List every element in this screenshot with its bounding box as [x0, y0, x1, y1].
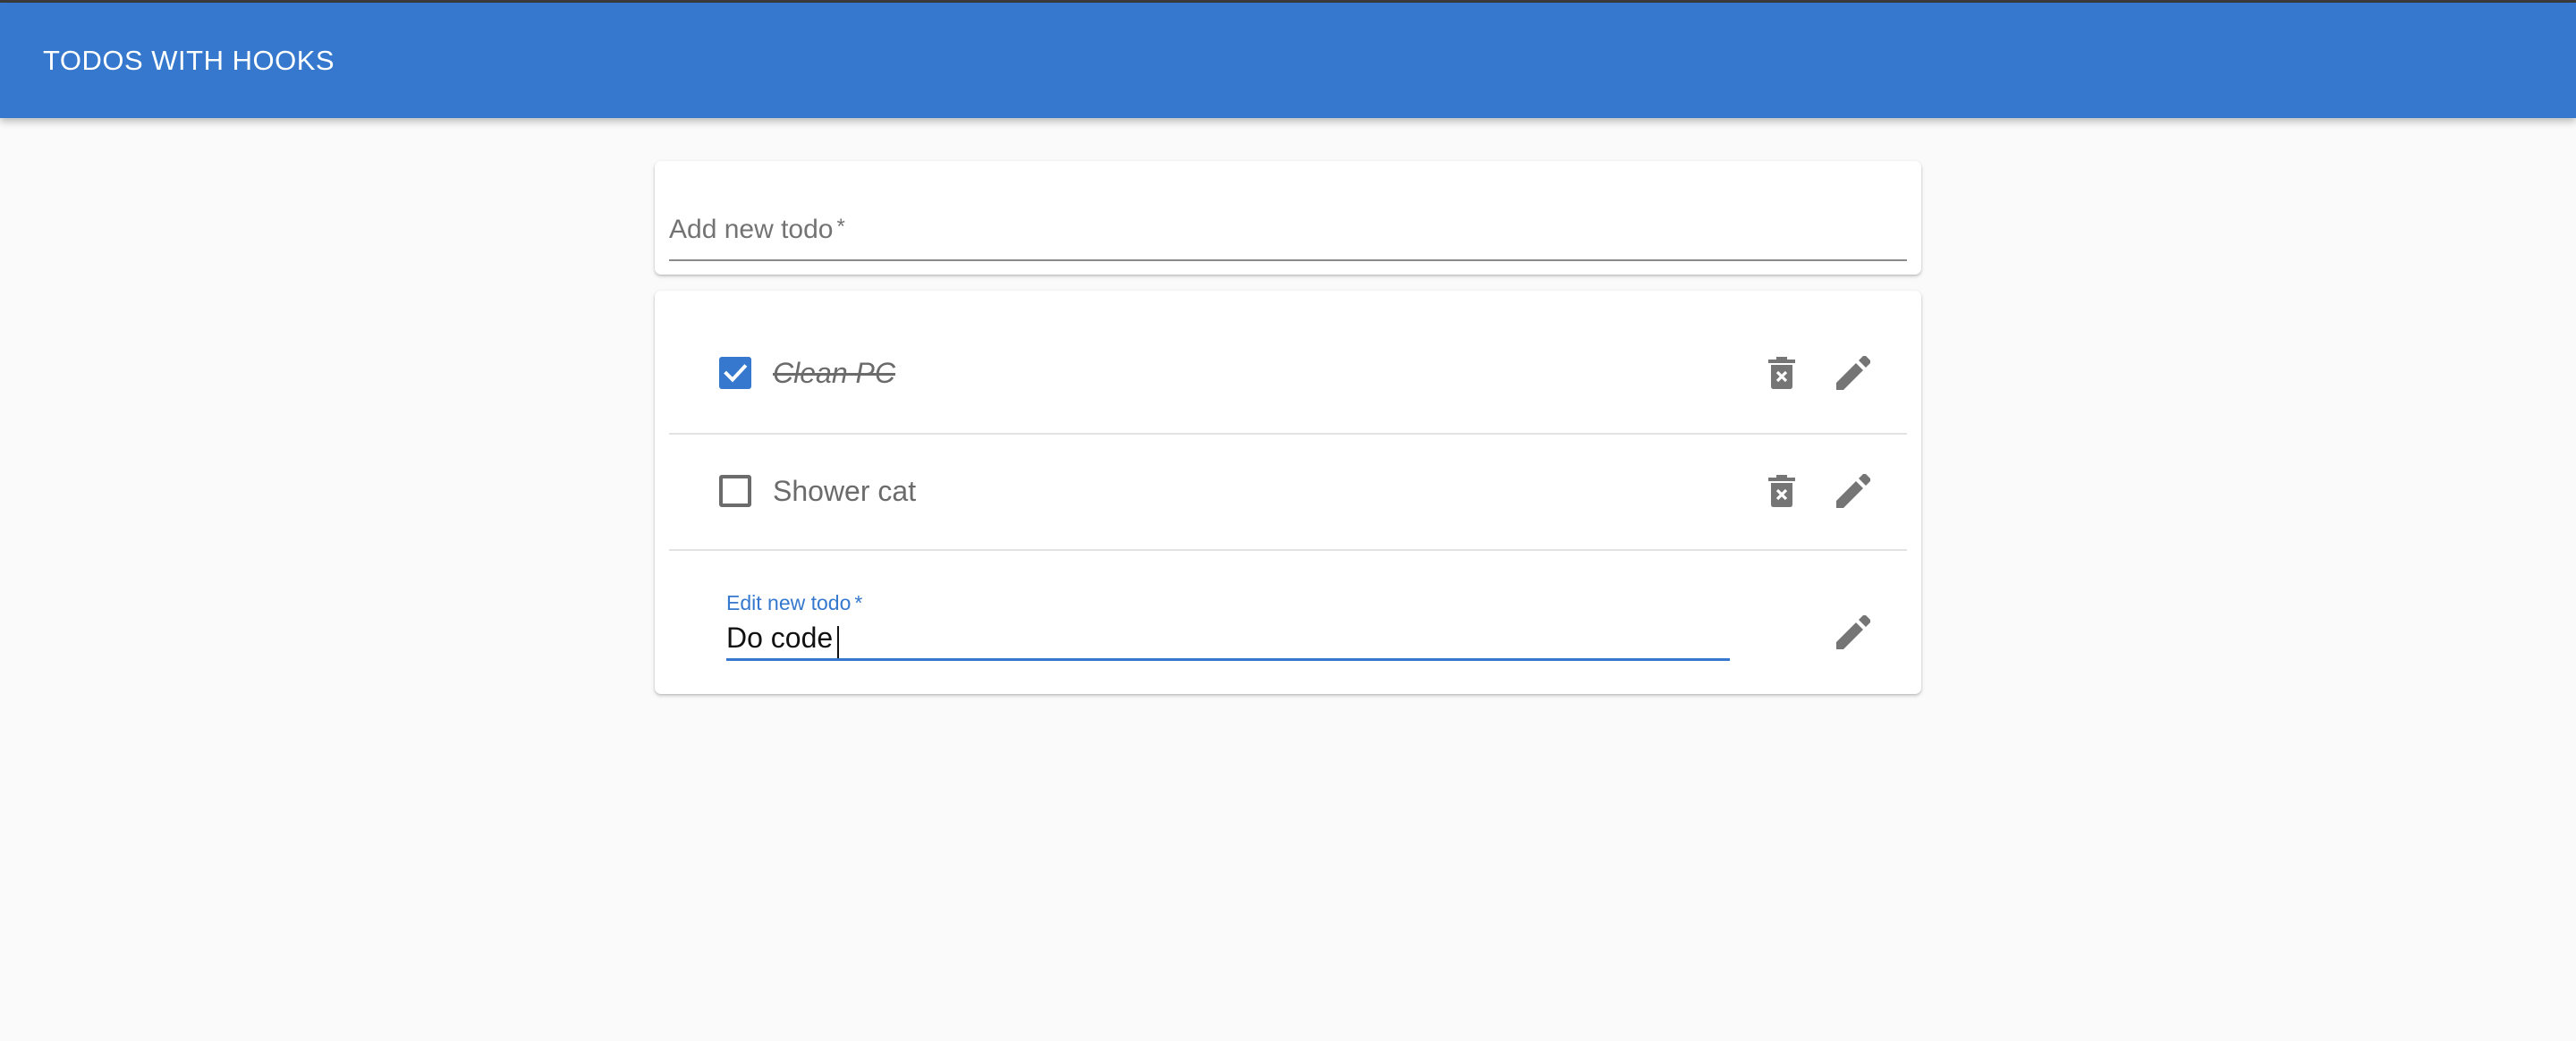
todo-text: Shower cat: [773, 475, 917, 507]
todo-list-card: Clean PC Shower cat Edit new todo * Do c…: [655, 291, 1921, 694]
text-caret: [837, 626, 839, 658]
edit-todo-input[interactable]: [726, 611, 1730, 658]
check-icon: [724, 364, 748, 383]
todo-text: Clean PC: [773, 357, 895, 389]
todo-item: Shower cat: [669, 436, 1907, 552]
todo-item: Clean PC: [669, 317, 1907, 434]
delete-button[interactable]: [1753, 344, 1810, 402]
app-title: TODOS WITH HOOKS: [43, 44, 335, 76]
delete-forever-icon: [1768, 475, 1795, 507]
delete-button[interactable]: [1753, 462, 1810, 520]
add-todo-input[interactable]: [669, 209, 1907, 259]
app-bar: TODOS WITH HOOKS: [0, 3, 2576, 118]
edit-button[interactable]: [1825, 604, 1882, 661]
list-divider: [669, 433, 1907, 435]
pencil-icon: [1836, 356, 1870, 390]
edit-button[interactable]: [1825, 462, 1882, 520]
delete-forever-icon: [1768, 357, 1795, 389]
list-divider: [669, 549, 1907, 551]
add-todo-card: Add new todo *: [655, 161, 1921, 275]
todo-checkbox-checked[interactable]: [719, 357, 751, 389]
edit-todo-field[interactable]: [726, 611, 1730, 661]
pencil-icon: [1836, 474, 1870, 508]
add-todo-field[interactable]: [669, 209, 1907, 261]
pencil-icon: [1836, 615, 1870, 649]
edit-button[interactable]: [1825, 344, 1882, 402]
todo-checkbox-unchecked[interactable]: [719, 475, 751, 507]
